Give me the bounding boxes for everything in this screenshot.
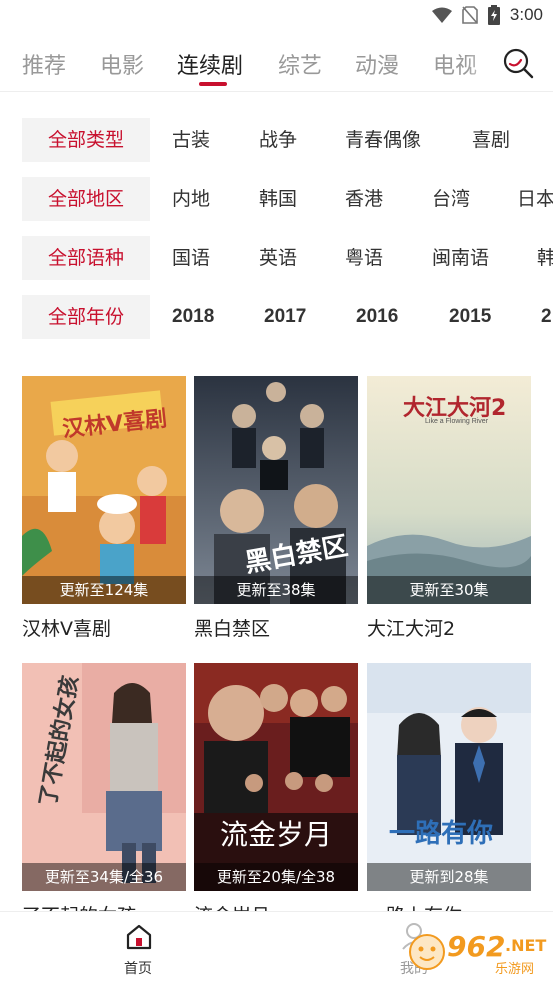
tab-recommend[interactable]: 推荐 bbox=[22, 48, 66, 80]
filter-option[interactable]: 粤语 bbox=[345, 236, 383, 280]
card-title[interactable]: 汉林V喜剧 bbox=[22, 614, 186, 640]
active-tab-indicator bbox=[199, 82, 227, 86]
home-icon bbox=[126, 924, 152, 950]
filter-option[interactable]: 2018 bbox=[172, 295, 214, 339]
poster-image[interactable]: 大江大河2 Like a Flowing River 更新至30集 bbox=[367, 376, 531, 604]
battery-icon bbox=[487, 5, 500, 25]
filter-option[interactable]: 香港 bbox=[345, 177, 383, 221]
filter-all-region[interactable]: 全部地区 bbox=[22, 177, 150, 221]
tab-series[interactable]: 连续剧 bbox=[177, 48, 243, 80]
show-card[interactable]: 大江大河2 Like a Flowing River 更新至30集 大江大河2 bbox=[367, 376, 531, 640]
tab-variety[interactable]: 综艺 bbox=[278, 48, 322, 80]
filter-option[interactable]: 闽南语 bbox=[432, 236, 489, 280]
filter-option[interactable]: 台湾 bbox=[432, 177, 470, 221]
poster-image[interactable]: 黑白禁区 更新至38集 bbox=[194, 376, 358, 604]
status-time: 3:00 bbox=[509, 5, 543, 24]
filter-all-type[interactable]: 全部类型 bbox=[22, 118, 150, 162]
episode-badge: 更新至34集/全36 bbox=[22, 863, 186, 891]
no-sim-icon bbox=[462, 6, 478, 24]
wifi-icon bbox=[431, 7, 452, 23]
watermark-logo: 962 .NET 乐游网 bbox=[407, 930, 547, 978]
nav-home-label: 首页 bbox=[124, 961, 152, 977]
filter-option[interactable]: 日本 bbox=[517, 177, 553, 221]
episode-badge: 更新至124集 bbox=[22, 576, 186, 604]
poster-image[interactable]: 流金岁月 更新至20集/全38 bbox=[194, 663, 358, 891]
filter-all-language[interactable]: 全部语种 bbox=[22, 236, 150, 280]
poster-image[interactable]: 汉林V喜剧 更新至124集 bbox=[22, 376, 186, 604]
tabs-fade bbox=[465, 40, 505, 91]
filter-option[interactable]: 古装 bbox=[172, 118, 210, 162]
filter-row-language: 全部语种 国语 英语 粤语 闽南语 韩 bbox=[0, 236, 553, 280]
filter-option[interactable]: 内地 bbox=[172, 177, 210, 221]
poster-image[interactable]: 了不起的女孩 更新至34集/全36 bbox=[22, 663, 186, 891]
show-card[interactable]: 黑白禁区 更新至38集 黑白禁区 bbox=[194, 376, 358, 640]
status-icons: 3:00 bbox=[431, 5, 543, 25]
filter-option[interactable]: 韩国 bbox=[259, 177, 297, 221]
search-icon[interactable] bbox=[501, 46, 535, 80]
status-bar: 3:00 bbox=[0, 0, 553, 32]
watermark-net: .NET bbox=[505, 936, 547, 955]
watermark-mascot-icon bbox=[409, 934, 445, 970]
card-title[interactable]: 大江大河2 bbox=[367, 614, 531, 640]
filter-row-region: 全部地区 内地 韩国 香港 台湾 日本 bbox=[0, 177, 553, 221]
poster-subtitle-text: Like a Flowing River bbox=[425, 418, 489, 425]
show-card[interactable]: 了不起的女孩 更新至34集/全36 了不起的女孩 bbox=[22, 663, 186, 927]
card-title[interactable]: 黑白禁区 bbox=[194, 614, 358, 640]
show-card[interactable]: 一路有你 更新到28集 一路上有你 bbox=[367, 663, 531, 927]
tab-anime[interactable]: 动漫 bbox=[355, 48, 399, 80]
filter-all-year[interactable]: 全部年份 bbox=[22, 295, 150, 339]
poster-title-text: 一路有你 bbox=[389, 819, 494, 849]
filter-option[interactable]: 战争 bbox=[259, 118, 297, 162]
filter-option[interactable]: 2016 bbox=[356, 295, 398, 339]
poster-image[interactable]: 一路有你 更新到28集 bbox=[367, 663, 531, 891]
filter-option[interactable]: 英语 bbox=[259, 236, 297, 280]
filter-option[interactable]: 青春偶像 bbox=[345, 118, 421, 162]
filter-option[interactable]: 2015 bbox=[449, 295, 491, 339]
filter-option[interactable]: 喜剧 bbox=[472, 118, 510, 162]
show-card[interactable]: 汉林V喜剧 更新至124集 汉林V喜剧 bbox=[22, 376, 186, 640]
show-card[interactable]: 流金岁月 更新至20集/全38 流金岁月 bbox=[194, 663, 358, 927]
filter-option[interactable]: 2017 bbox=[264, 295, 306, 339]
filter-option[interactable]: 2 bbox=[541, 295, 552, 339]
tab-movies[interactable]: 电影 bbox=[100, 48, 144, 80]
filter-option[interactable]: 韩 bbox=[537, 236, 553, 280]
nav-home[interactable]: 首页 bbox=[88, 912, 188, 983]
category-tabs: 推荐 电影 连续剧 综艺 动漫 电视 bbox=[0, 40, 553, 92]
episode-badge: 更新到28集 bbox=[367, 863, 531, 891]
filter-row-type: 全部类型 古装 战争 青春偶像 喜剧 bbox=[0, 118, 553, 162]
watermark-subtext: 乐游网 bbox=[495, 962, 535, 977]
episode-badge: 更新至20集/全38 bbox=[194, 863, 358, 891]
episode-badge: 更新至30集 bbox=[367, 576, 531, 604]
filter-row-year: 全部年份 2018 2017 2016 2015 2 bbox=[0, 295, 553, 339]
episode-badge: 更新至38集 bbox=[194, 576, 358, 604]
filter-option[interactable]: 国语 bbox=[172, 236, 210, 280]
poster-title-text: 流金岁月 bbox=[220, 818, 333, 851]
